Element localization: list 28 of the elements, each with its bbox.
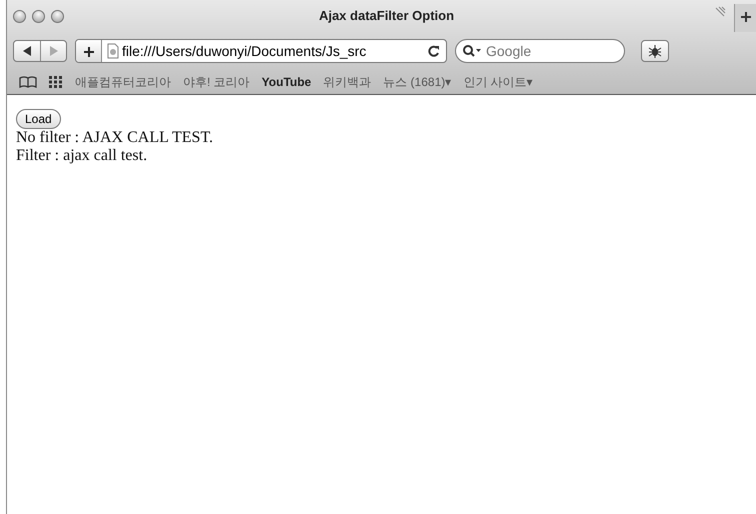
minimize-light[interactable] [32,10,45,22]
bug-icon [648,44,662,58]
window-title: Ajax dataFilter Option [318,8,454,24]
result-text: No filter : AJAX CALL TEST. [16,129,214,146]
bookmark-link[interactable]: 애플컴퓨터코리아 [75,73,171,91]
result-text: Filter : ajax call test. [16,147,148,164]
bookmark-link[interactable]: 위키백과 [323,73,372,91]
reload-icon[interactable] [428,45,440,57]
bug-button[interactable] [641,40,669,62]
forward-icon [48,46,58,56]
bookmark-link[interactable]: YouTube [262,73,312,91]
add-bookmark-button[interactable] [76,40,102,62]
resize-grip-icon[interactable] [714,6,726,18]
plus-icon [82,46,94,58]
bookmark-link[interactable]: 뉴스 (1681)▾ [383,73,452,91]
load-button[interactable]: Load [16,109,61,129]
back-icon [22,46,32,56]
bookmark-link[interactable]: 인기 사이트▾ [463,73,533,91]
zoom-light[interactable] [51,10,64,22]
close-light[interactable] [13,10,26,22]
new-tab-button[interactable] [734,4,756,32]
book-icon[interactable] [19,76,37,88]
page-icon [106,43,120,59]
search-field[interactable]: Google [455,38,625,62]
plus-icon [740,11,752,24]
address-field[interactable]: file:///Users/duwonyi/Documents/Js_src [75,39,447,63]
bookmark-link[interactable]: 야후! 코리아 [183,73,250,91]
grid-icon[interactable] [49,76,63,88]
